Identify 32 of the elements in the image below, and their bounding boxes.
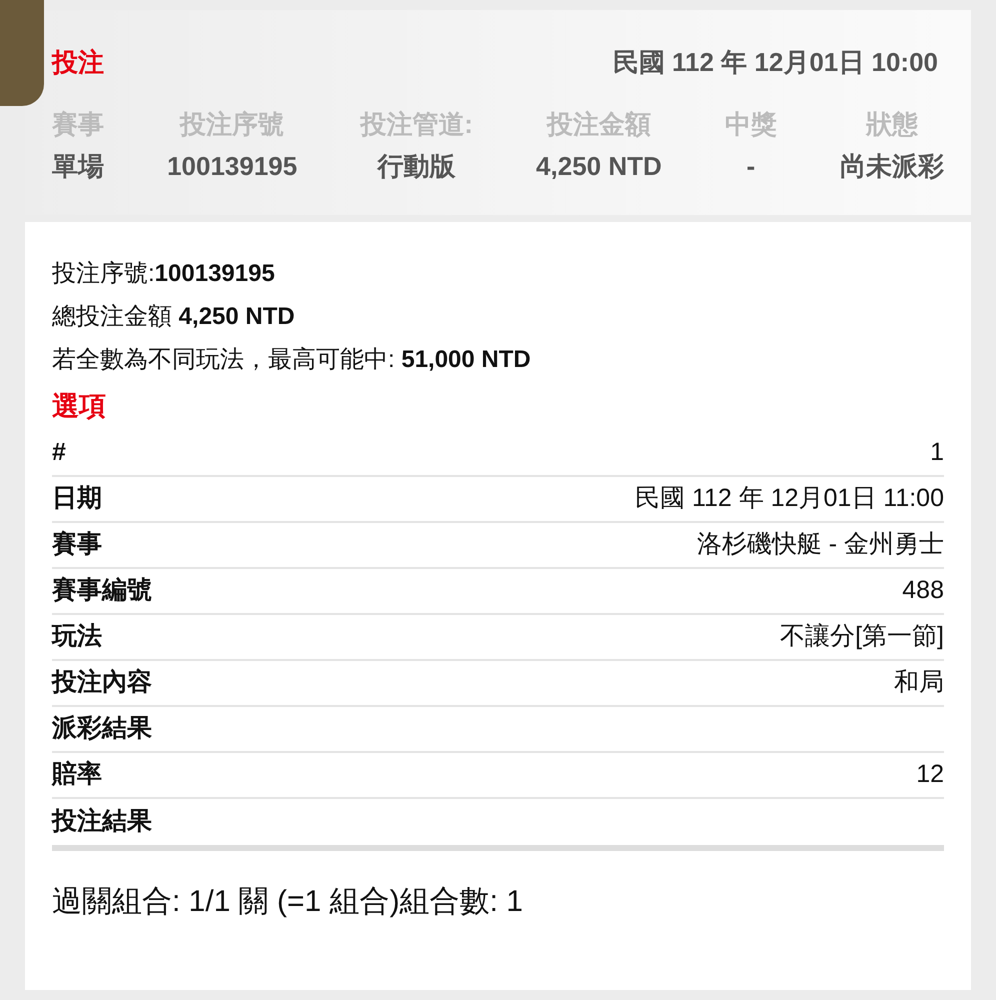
row-label: # <box>52 437 66 468</box>
row-value: 1 <box>930 437 944 468</box>
row-value: 和局 <box>894 667 944 698</box>
row-label: 投注結果 <box>52 806 152 838</box>
column-value: 尚未派彩 <box>840 150 944 183</box>
column-value: 行動版 <box>378 150 456 183</box>
row-label: 派彩結果 <box>52 713 152 744</box>
row-value: 民國 112 年 12月01日 11:00 <box>635 483 944 514</box>
row-value: 不讓分[第一節] <box>780 621 944 652</box>
column-value: 單場 <box>52 150 104 183</box>
row-label: 賽事編號 <box>52 575 152 606</box>
column-value: 4,250 NTD <box>536 150 662 183</box>
row-value: 12 <box>916 759 944 790</box>
info-line: 總投注金額 4,250 NTD <box>52 302 296 332</box>
info-line: 若全數為不同玩法，最高可能中: 51,000 NTD <box>52 345 532 375</box>
row-label: 玩法 <box>52 621 102 652</box>
section-title: 投注 <box>52 46 104 79</box>
column-value: - <box>746 150 756 183</box>
bet-datetime: 民國 112 年 12月01日 10:00 <box>612 46 938 79</box>
column-header: 中獎 <box>724 108 777 141</box>
combination-summary: 過關組合: 1/1 關 (=1 組合)組合數: 1 <box>52 884 524 920</box>
column-value: 100139195 <box>167 150 298 183</box>
row-label: 賠率 <box>52 759 102 790</box>
row-label: 日期 <box>52 483 102 514</box>
column-header: 投注金額 <box>546 108 651 141</box>
row-label: 投注內容 <box>52 667 152 698</box>
row-value: 洛杉磯快艇 - 金州勇士 <box>696 529 944 560</box>
options-title: 選項 <box>52 390 107 423</box>
info-line: 投注序號:100139195 <box>52 259 276 289</box>
row-value: 488 <box>902 575 944 606</box>
row-label: 賽事 <box>52 529 102 560</box>
column-header: 狀態 <box>866 108 918 141</box>
